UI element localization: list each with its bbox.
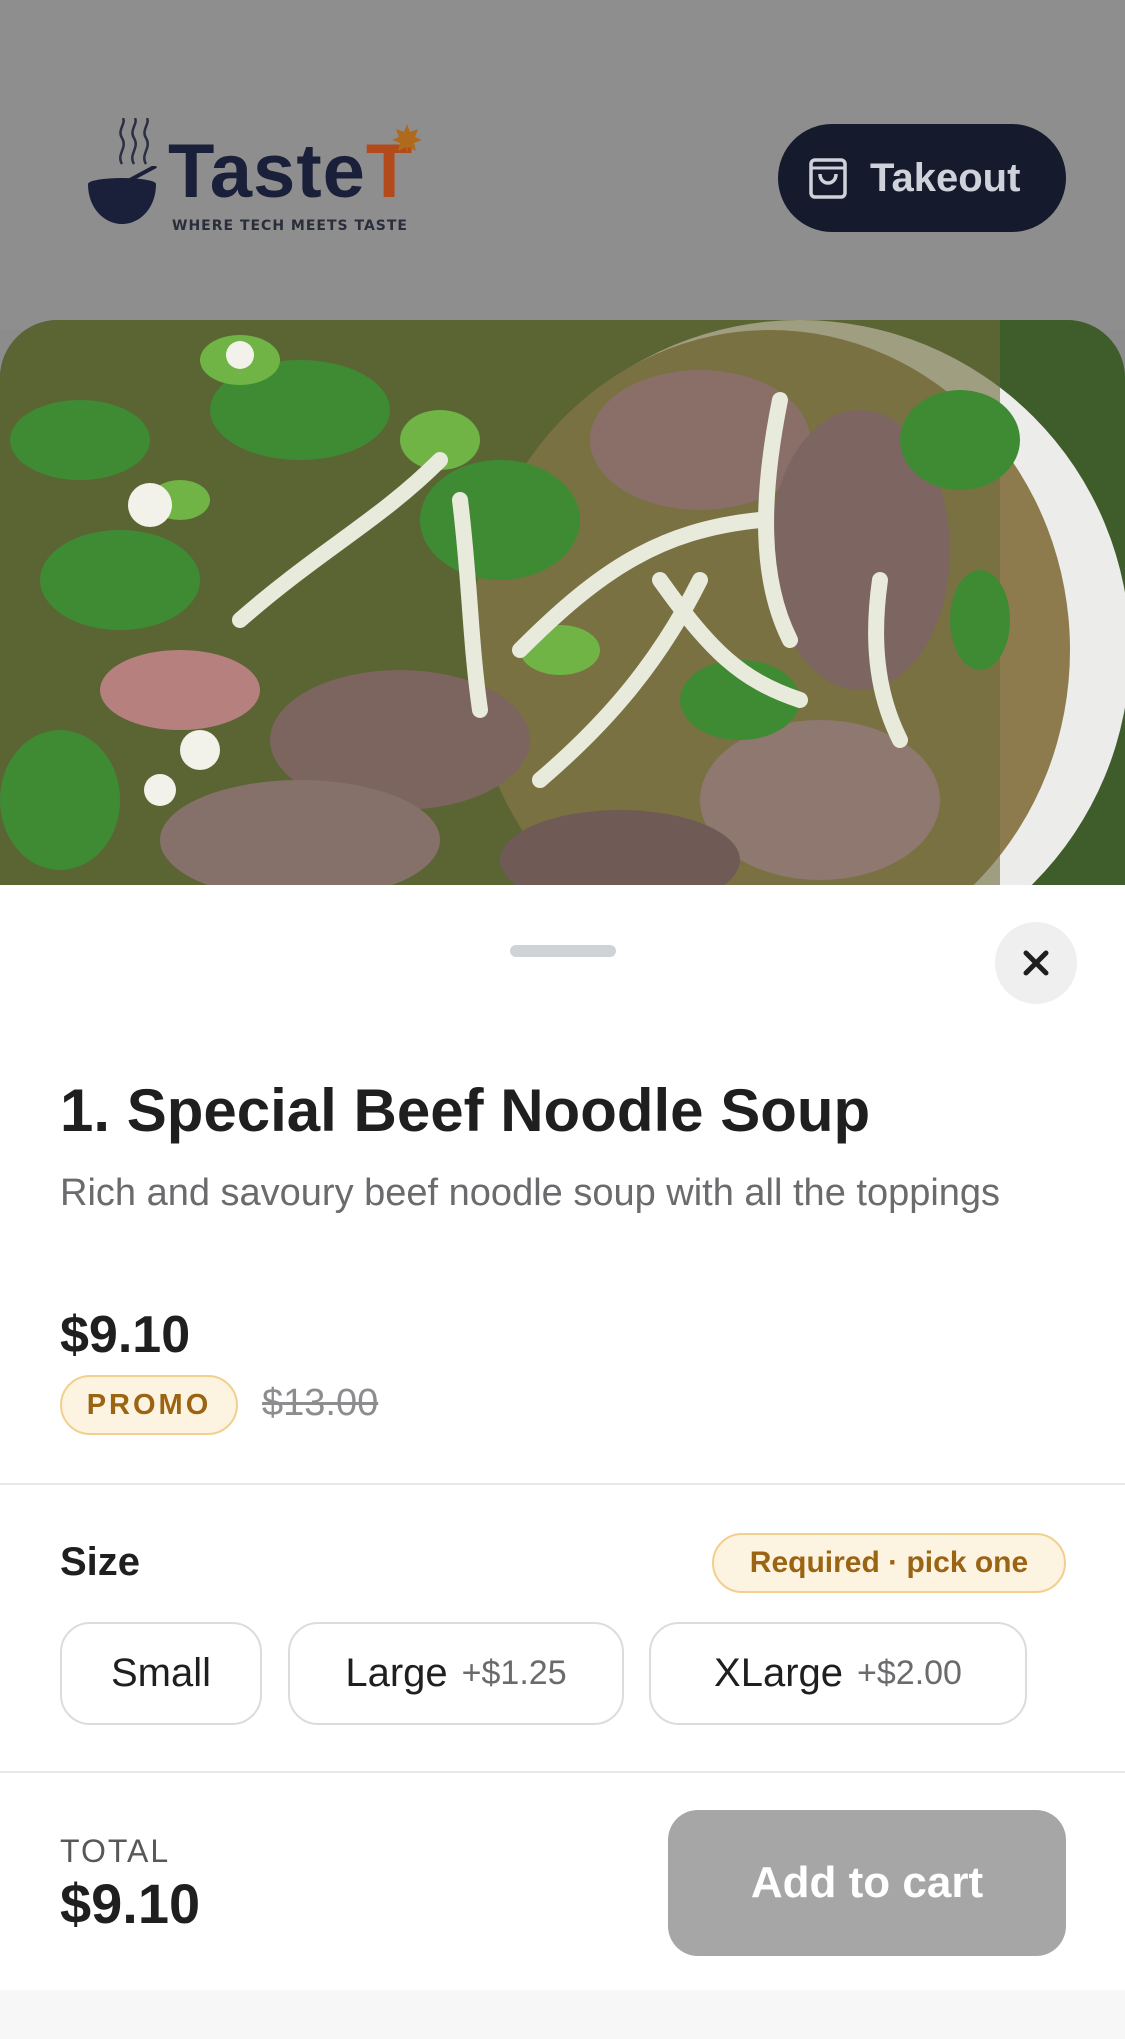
sheet-drag-handle[interactable] <box>510 945 616 957</box>
size-option-label: Large <box>345 1651 448 1695</box>
section-divider <box>0 1483 1125 1485</box>
footer-divider <box>0 1771 1125 1773</box>
item-description: Rich and savoury beef noodle soup with a… <box>60 1172 1001 1214</box>
size-option-price: +$2.00 <box>857 1654 962 1692</box>
size-group-label: Size <box>60 1540 141 1584</box>
total-value: $9.10 <box>60 1872 201 1935</box>
total-label: TOTAL <box>60 1833 171 1869</box>
app-header: TasteT WHERE TECH MEETS TASTE Takeout <box>0 0 1125 330</box>
close-icon <box>1023 950 1049 976</box>
size-option-small[interactable]: Small <box>60 1622 262 1725</box>
promo-badge: PROMO <box>60 1375 238 1435</box>
logo-wordmark: TasteT <box>168 129 414 214</box>
bottom-safe-area <box>0 1990 1125 2039</box>
beef-noodle-soup-image <box>0 320 1125 890</box>
size-option-label: XLarge <box>714 1651 844 1695</box>
item-price: $9.10 <box>60 1306 191 1364</box>
dish-photo <box>0 320 1125 890</box>
item-detail-sheet: 1. Special Beef Noodle Soup Rich and sav… <box>0 885 1125 2039</box>
size-option-price: +$1.25 <box>461 1654 567 1692</box>
takeout-mode-button[interactable]: Takeout <box>778 124 1066 232</box>
takeout-label: Takeout <box>870 155 1021 200</box>
item-title: 1. Special Beef Noodle Soup <box>60 1077 871 1144</box>
logo-tagline: WHERE TECH MEETS TASTE <box>172 218 408 234</box>
maple-leaf-icon <box>392 124 422 154</box>
brand-logo[interactable]: TasteT WHERE TECH MEETS TASTE <box>84 118 444 243</box>
steam-icon <box>119 118 149 165</box>
shopping-bag-icon <box>809 158 847 199</box>
bowl-icon <box>88 166 157 224</box>
required-badge: Required · pick one <box>712 1533 1066 1593</box>
size-option-label: Small <box>110 1651 212 1695</box>
close-button[interactable] <box>995 922 1077 1004</box>
add-to-cart-button[interactable]: Add to cart <box>668 1810 1066 1956</box>
original-price: $13.00 <box>262 1382 379 1424</box>
size-option-xlarge[interactable]: XLarge +$2.00 <box>649 1622 1027 1725</box>
size-option-large[interactable]: Large +$1.25 <box>288 1622 624 1725</box>
